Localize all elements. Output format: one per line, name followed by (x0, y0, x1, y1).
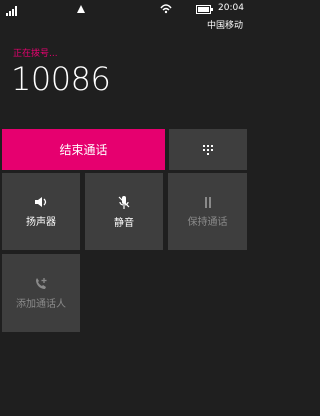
add-call-button[interactable]: 添加通话人 (2, 254, 80, 332)
mute-label: 静音 (114, 217, 134, 229)
add-call-icon (36, 277, 47, 289)
end-call-label: 结束通话 (59, 143, 108, 157)
hold-button[interactable]: 保持通话 (168, 173, 247, 250)
add-call-label: 添加通话人 (16, 298, 66, 310)
pause-icon (204, 196, 211, 208)
call-number: 10086 (11, 60, 111, 98)
wifi-icon (160, 4, 172, 14)
call-status: 正在拨号... (13, 49, 58, 59)
hold-label: 保持通话 (187, 216, 228, 228)
battery-icon (196, 5, 213, 14)
status-bar: 20:04 中国移动 (0, 0, 250, 32)
keypad-button[interactable] (169, 129, 247, 170)
keypad-icon (203, 144, 213, 155)
data-connection-icon (77, 5, 85, 13)
carrier-name: 中国移动 (206, 21, 243, 31)
signal-strength-icon (6, 6, 17, 16)
mute-button[interactable]: 静音 (85, 173, 163, 250)
speaker-button[interactable]: 扬声器 (2, 173, 80, 250)
end-call-button[interactable]: 结束通话 (2, 129, 165, 170)
status-time: 20:04 (218, 3, 244, 13)
microphone-icon (118, 195, 130, 209)
speaker-icon (35, 197, 47, 207)
speaker-label: 扬声器 (26, 217, 56, 228)
